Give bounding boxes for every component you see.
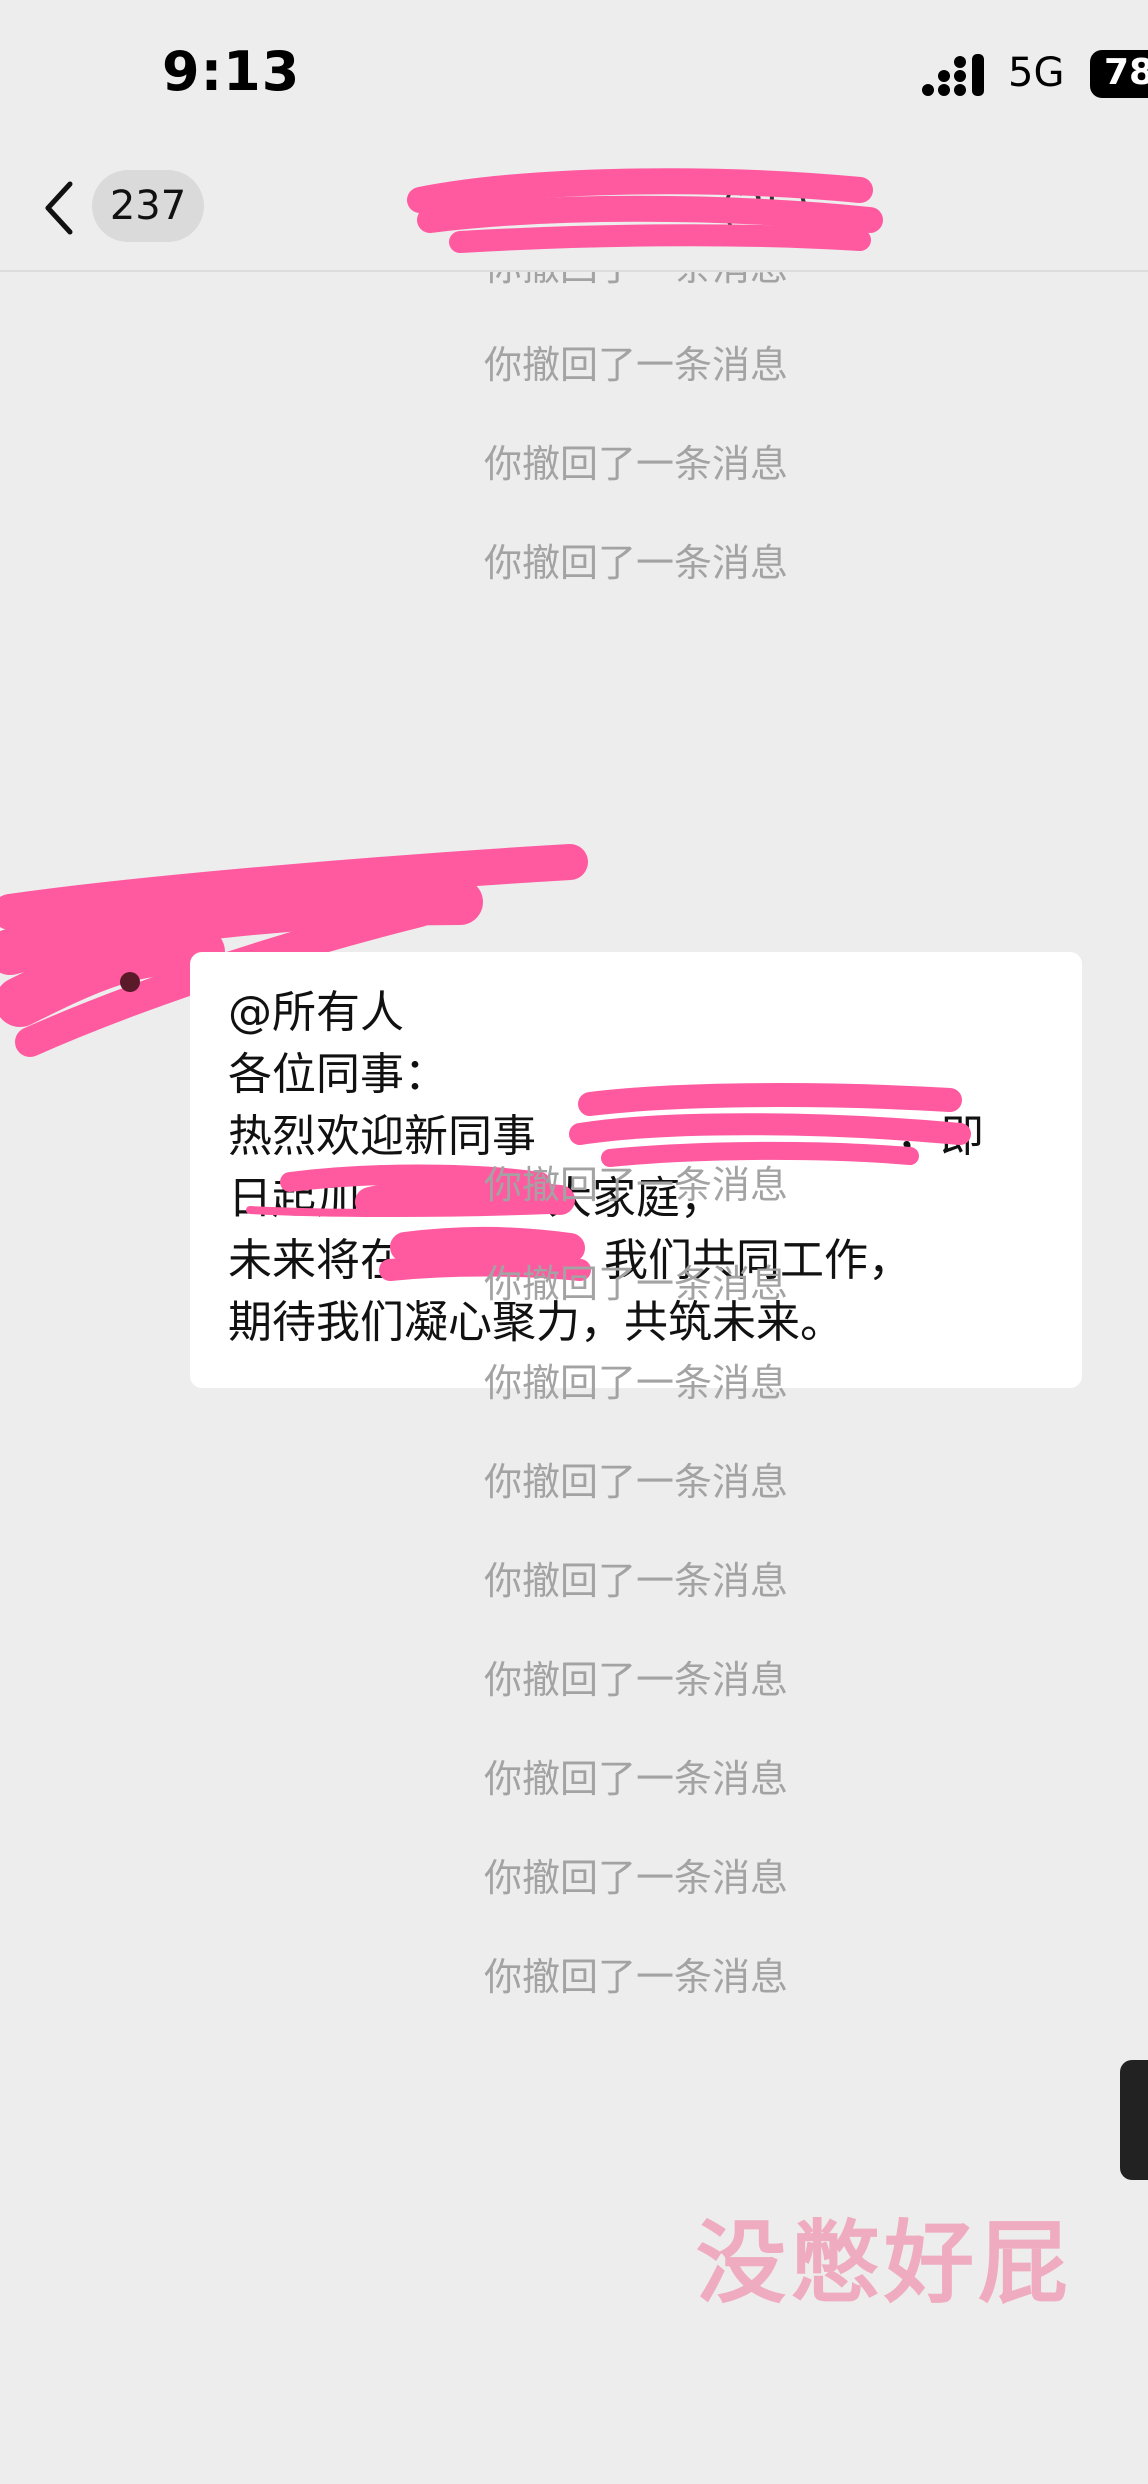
network-type: 5G	[1008, 50, 1065, 96]
cellular-signal-icon	[922, 54, 984, 96]
recall-notice: 你撤回了一条消息	[483, 1955, 788, 1999]
status-bar: 9:13 5G 78	[0, 0, 1148, 140]
chevron-left-icon[interactable]	[40, 178, 80, 238]
chat-message-list[interactable]: 你撤回了一条消息 你撤回了一条消息 你撤回了一条消息 你撤回了一条消息 @所有人…	[0, 272, 1148, 2484]
recall-notice: 你撤回了一条消息	[483, 442, 788, 486]
recall-notice: 你撤回了一条消息	[483, 1460, 788, 1504]
recall-notice: 你撤回了一条消息	[0, 272, 1148, 291]
recall-notice: 你撤回了一条消息	[483, 1361, 788, 1405]
chat-nav-bar: 237 (25)	[0, 140, 1148, 272]
title-redaction	[407, 168, 883, 253]
recall-notice: 你撤回了一条消息	[483, 1163, 788, 1207]
recall-notice: 你撤回了一条消息	[483, 1757, 788, 1801]
recall-notice: 你撤回了一条消息	[483, 1262, 788, 1306]
recall-notice: 你撤回了一条消息	[483, 541, 788, 585]
recall-notice: 你撤回了一条消息	[483, 343, 788, 387]
battery-level: 78	[1104, 52, 1148, 93]
watermark: 没憋好屁	[696, 2211, 1072, 2316]
floating-window-thumbnail[interactable]	[1120, 2060, 1148, 2180]
battery-icon: 78	[1090, 50, 1148, 98]
status-time: 9:13	[162, 40, 301, 103]
recall-notice: 你撤回了一条消息	[483, 1856, 788, 1900]
recall-notice: 你撤回了一条消息	[483, 1658, 788, 1702]
recall-notice: 你撤回了一条消息	[483, 1559, 788, 1603]
unread-count-badge[interactable]: 237	[92, 170, 204, 242]
